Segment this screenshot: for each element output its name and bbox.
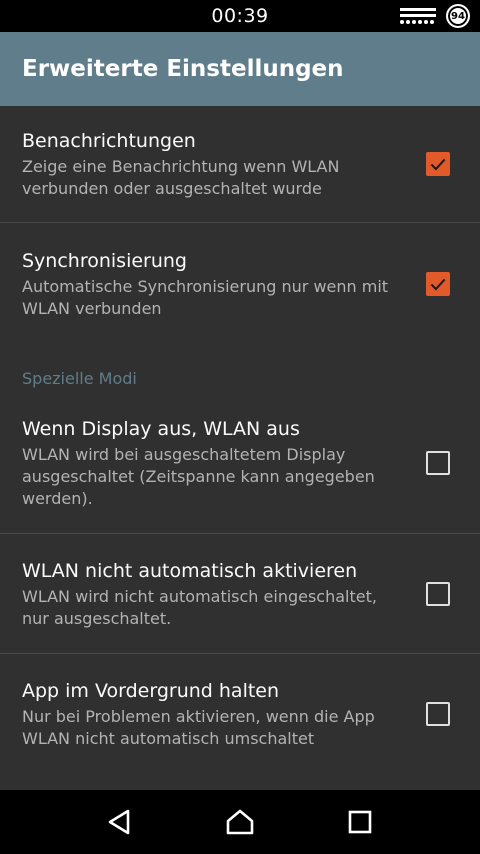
pref-text: App im Vordergrund halten Nur bei Proble… [22,678,426,750]
settings-list: Benachrichtungen Zeige eine Benachrichtu… [0,106,480,790]
divider [0,533,480,534]
status-icons: 94 [398,4,470,28]
navigation-bar [0,790,480,854]
pref-text: Wenn Display aus, WLAN aus WLAN wird bei… [22,416,426,510]
pref-title: Benachrichtungen [22,130,196,152]
pref-summary: WLAN wird bei ausgeschaltetem Display au… [22,445,375,508]
divider [0,222,480,223]
pref-summary: Zeige eine Benachrichtung wenn WLAN verb… [22,157,340,198]
pref-no-auto-activate[interactable]: WLAN nicht automatisch aktivieren WLAN w… [0,558,480,630]
page-title: Erweiterte Einstellungen [22,56,344,82]
pref-display-off-wlan-off[interactable]: Wenn Display aus, WLAN aus WLAN wird bei… [0,416,480,510]
pref-text: Benachrichtungen Zeige eine Benachrichtu… [22,128,426,200]
status-bar: 00:39 94 [0,0,480,32]
display-off-checkbox[interactable] [426,451,450,475]
pref-title: WLAN nicht automatisch aktivieren [22,560,358,582]
pref-summary: Nur bei Problemen aktivieren, wenn die A… [22,707,375,748]
check-icon [430,158,446,171]
no-auto-activate-checkbox[interactable] [426,582,450,606]
pref-title: Synchronisierung [22,250,187,272]
home-icon [226,809,254,835]
synchronization-checkbox[interactable] [426,272,450,296]
divider [0,653,480,654]
keep-foreground-checkbox[interactable] [426,702,450,726]
status-time: 00:39 [211,5,269,27]
pref-notifications[interactable]: Benachrichtungen Zeige eine Benachrichtu… [0,128,480,200]
pref-summary: WLAN wird nicht automatisch eingeschalte… [22,587,377,628]
pref-text: WLAN nicht automatisch aktivieren WLAN w… [22,558,426,630]
pref-text: Synchronisierung Automatische Synchronis… [22,248,426,320]
pref-title: Wenn Display aus, WLAN aus [22,418,300,440]
app-bar: Erweiterte Einstellungen [0,32,480,106]
category-header: Spezielle Modi [22,369,137,388]
back-icon [108,809,130,835]
pref-keep-foreground[interactable]: App im Vordergrund halten Nur bei Proble… [0,678,480,750]
wifi-icon [400,8,436,24]
recents-button[interactable] [340,802,380,842]
home-button[interactable] [220,802,260,842]
pref-summary: Automatische Synchronisierung nur wenn m… [22,277,389,318]
pref-synchronization[interactable]: Synchronisierung Automatische Synchronis… [0,248,480,320]
recents-icon [348,810,372,834]
notifications-checkbox[interactable] [426,152,450,176]
battery-icon: 94 [446,4,470,28]
back-button[interactable] [100,802,140,842]
battery-level: 94 [451,10,465,22]
check-icon [430,278,446,291]
pref-title: App im Vordergrund halten [22,680,280,702]
